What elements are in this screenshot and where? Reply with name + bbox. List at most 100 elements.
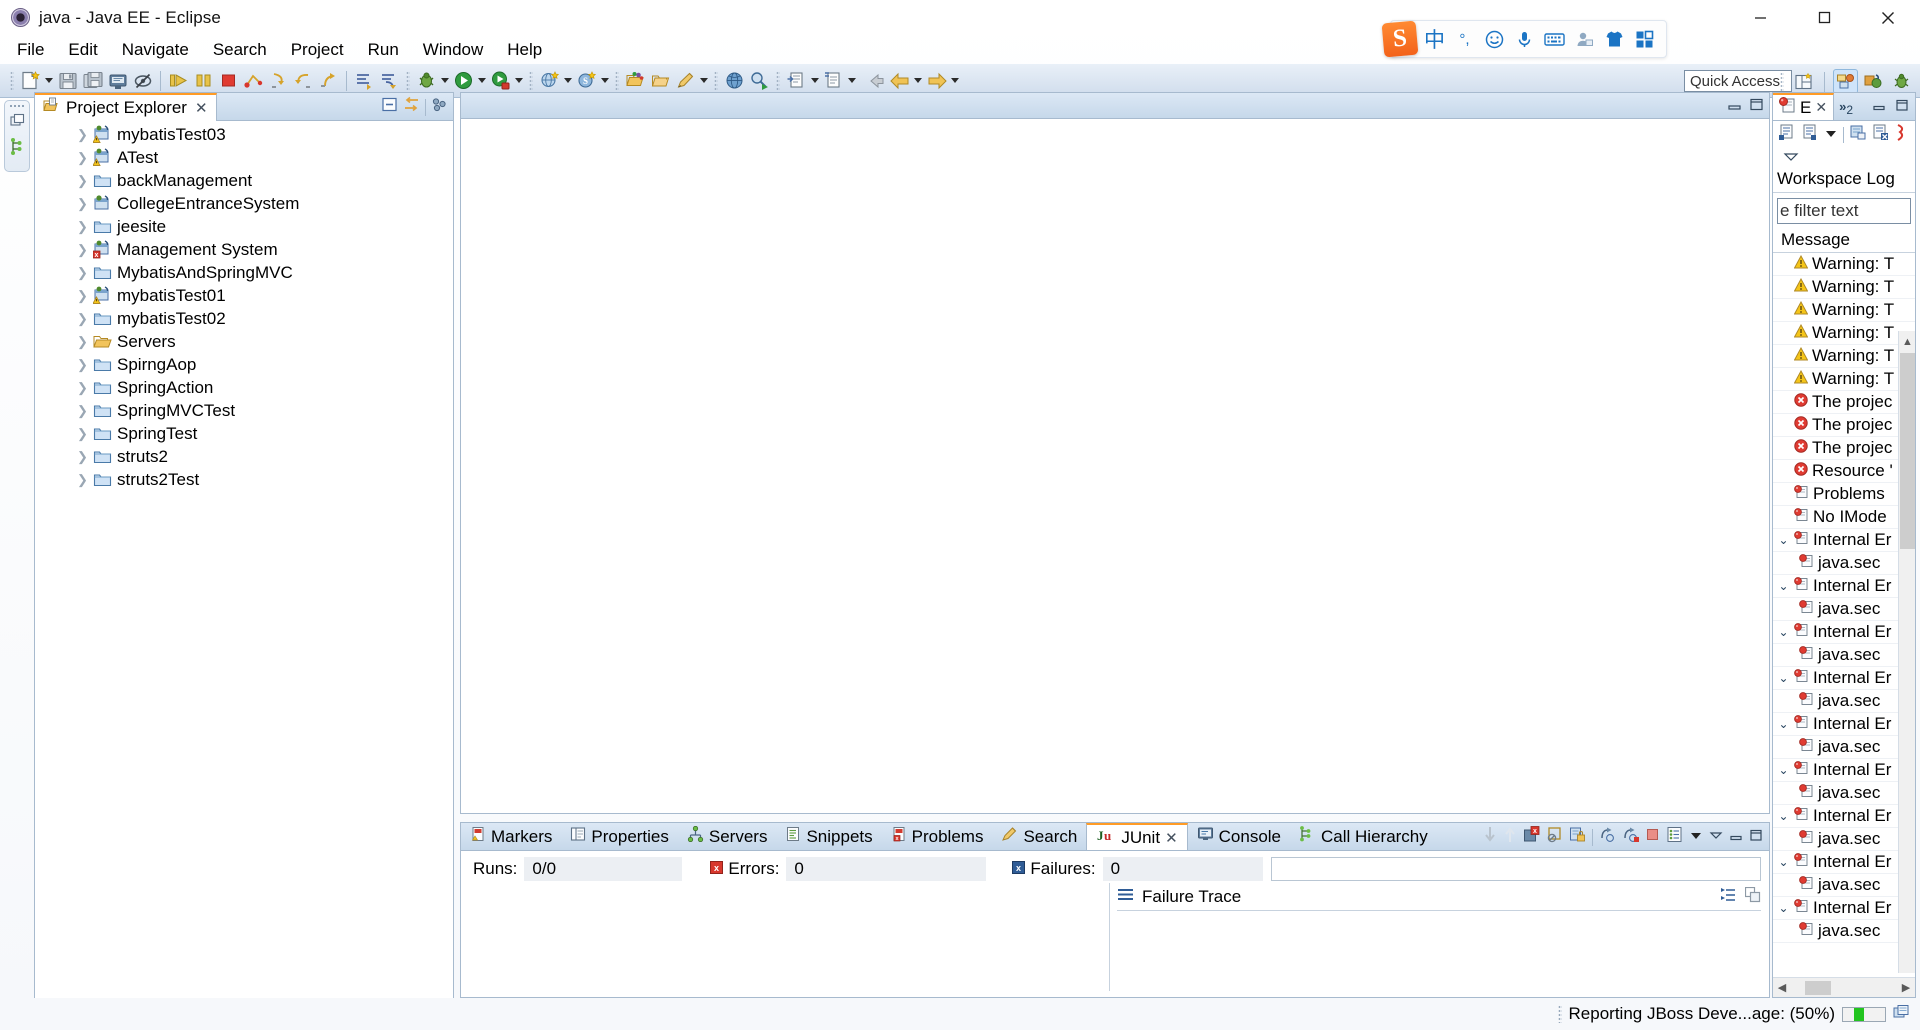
run-icon[interactable] (166, 68, 191, 93)
forward-icon[interactable] (924, 68, 949, 93)
java-perspective-button[interactable] (1861, 69, 1886, 94)
tree-item-springtest[interactable]: ❯ SpringTest (35, 422, 453, 445)
menu-window[interactable]: Window (412, 37, 494, 63)
next-annotation-icon[interactable] (352, 68, 377, 93)
run-dropdown[interactable] (476, 68, 488, 93)
previous-annotation-icon[interactable] (377, 68, 402, 93)
view-menu-icon[interactable] (1689, 827, 1703, 847)
collapse-twisty-icon[interactable]: ⌄ (1777, 579, 1790, 593)
tree-item-mybatistest01[interactable]: ❯ mybatisTest01 (35, 284, 453, 307)
log-horizontal-scrollbar[interactable]: ◀ ▶ (1773, 977, 1915, 997)
open-type-icon[interactable] (623, 68, 648, 93)
test-history-icon[interactable] (1666, 826, 1683, 848)
tree-item-collegeentrancesystem[interactable]: ❯ CollegeEntranceSystem (35, 192, 453, 215)
collapse-all-icon[interactable] (381, 96, 398, 118)
new-wizard-icon[interactable] (18, 68, 43, 93)
log-entry[interactable]: ⌄ Internal Er (1773, 805, 1915, 828)
tree-item-servers[interactable]: ❯ Servers (35, 330, 453, 353)
tab-properties[interactable]: Properties (561, 823, 677, 850)
run-last-icon[interactable] (451, 68, 476, 93)
log-vertical-scrollbar[interactable]: ▲ (1898, 331, 1915, 973)
open-perspective-button[interactable] (1791, 69, 1816, 94)
toolbar-grip[interactable] (10, 70, 14, 91)
minimize-icon[interactable] (1709, 827, 1723, 847)
tab-error-log[interactable]: E ✕ (1773, 93, 1835, 120)
open-browser-icon[interactable] (722, 68, 747, 93)
filters-dropdown[interactable] (1824, 125, 1838, 145)
tab-call-hierarchy[interactable]: Call Hierarchy (1290, 823, 1437, 850)
suspend-icon[interactable] (191, 68, 216, 93)
expand-arrow-icon[interactable]: ❯ (77, 399, 88, 422)
collapse-twisty-icon[interactable]: ⌄ (1777, 671, 1790, 685)
search-icon[interactable] (747, 68, 772, 93)
expand-arrow-icon[interactable]: ❯ (77, 169, 88, 192)
tree-item-atest[interactable]: ❯ ATest (35, 146, 453, 169)
collapse-twisty-icon[interactable]: ⌄ (1777, 625, 1790, 639)
restore-icon[interactable] (1749, 827, 1763, 847)
expand-arrow-icon[interactable]: ❯ (77, 192, 88, 215)
rerun-failed-icon[interactable] (1622, 826, 1639, 848)
tree-item-springmvctest[interactable]: ❯ SpringMVCTest (35, 399, 453, 422)
expand-arrow-icon[interactable]: ❯ (77, 215, 88, 238)
export-log-icon[interactable] (1778, 124, 1796, 146)
log-entry[interactable]: ⌄ Internal Er (1773, 851, 1915, 874)
log-filter-input[interactable]: e filter text (1777, 198, 1911, 224)
external-dropdown[interactable] (513, 68, 525, 93)
scrollbar-thumb[interactable] (1900, 353, 1915, 549)
expand-arrow-icon[interactable]: ❯ (77, 307, 88, 330)
new-server-icon[interactable]: S (574, 68, 599, 93)
log-column-header-message[interactable]: Message (1773, 228, 1915, 253)
tab-servers[interactable]: Servers (678, 823, 777, 850)
maximize-icon[interactable] (1895, 97, 1909, 117)
previous-dropdown[interactable] (912, 68, 924, 93)
log-entry[interactable]: No IMode (1773, 506, 1915, 529)
stop-junit-icon[interactable] (1546, 826, 1563, 848)
project-explorer-fastview-icon[interactable] (10, 138, 25, 160)
collapse-twisty-icon[interactable]: ⌄ (1777, 763, 1790, 777)
restore-log-icon[interactable] (1895, 124, 1907, 146)
debug-perspective-button[interactable] (1889, 69, 1914, 94)
compare-result-icon[interactable] (1721, 887, 1737, 908)
step-over-icon[interactable] (291, 68, 316, 93)
tab-problems[interactable]: x Problems (882, 823, 993, 850)
maximize-editor-icon[interactable] (1749, 96, 1764, 116)
new-java-file-icon[interactable] (821, 68, 846, 93)
tree-item-struts2test[interactable]: ❯ struts2Test (35, 468, 453, 491)
log-entry-child[interactable]: java.sec (1773, 782, 1915, 805)
terminate-icon[interactable] (216, 68, 241, 93)
close-icon[interactable]: ✕ (195, 99, 208, 117)
open-log-icon[interactable] (1849, 124, 1867, 146)
expand-arrow-icon[interactable]: ❯ (77, 146, 88, 169)
log-entry-child[interactable]: java.sec (1773, 598, 1915, 621)
copy-trace-icon[interactable] (1744, 886, 1761, 908)
log-entry[interactable]: The projec (1773, 391, 1915, 414)
menu-run[interactable]: Run (357, 37, 410, 63)
scroll-left-arrow-icon[interactable]: ◀ (1773, 981, 1791, 994)
java-dropdown[interactable] (846, 68, 858, 93)
collapse-twisty-icon[interactable]: ⌄ (1777, 533, 1790, 547)
debug-icon[interactable] (414, 68, 439, 93)
tree-item-jeesite[interactable]: ❯ jeesite (35, 215, 453, 238)
new-web-project-icon[interactable] (537, 68, 562, 93)
error-log-list[interactable]: Warning: T Warning: T Warning: T Warning… (1773, 253, 1915, 943)
new-annotation-icon[interactable] (673, 68, 698, 93)
toggle-mark-occurrences-icon[interactable] (130, 68, 155, 93)
log-entry[interactable]: Warning: T (1773, 368, 1915, 391)
step-breakpoint-icon[interactable] (241, 68, 266, 93)
view-menu-icon[interactable] (1783, 148, 1799, 168)
toolbar-grip[interactable] (529, 70, 533, 91)
menu-navigate[interactable]: Navigate (111, 37, 200, 63)
collapse-twisty-icon[interactable]: ⌄ (1777, 809, 1790, 823)
log-entry-child[interactable]: java.sec (1773, 828, 1915, 851)
expand-arrow-icon[interactable]: ❯ (77, 238, 88, 261)
toolbar-grip[interactable] (776, 70, 780, 91)
collapse-twisty-icon[interactable]: ⌄ (1777, 901, 1790, 915)
log-entry[interactable]: Warning: T (1773, 345, 1915, 368)
open-resource-icon[interactable] (784, 68, 809, 93)
lock-scroll-icon[interactable] (1569, 826, 1586, 848)
perspective-grip[interactable] (1780, 71, 1784, 92)
log-entry[interactable]: ⌄ Internal Er (1773, 575, 1915, 598)
web-dropdown[interactable] (562, 68, 574, 93)
step-return-icon[interactable] (316, 68, 341, 93)
link-with-editor-icon[interactable] (402, 96, 421, 118)
